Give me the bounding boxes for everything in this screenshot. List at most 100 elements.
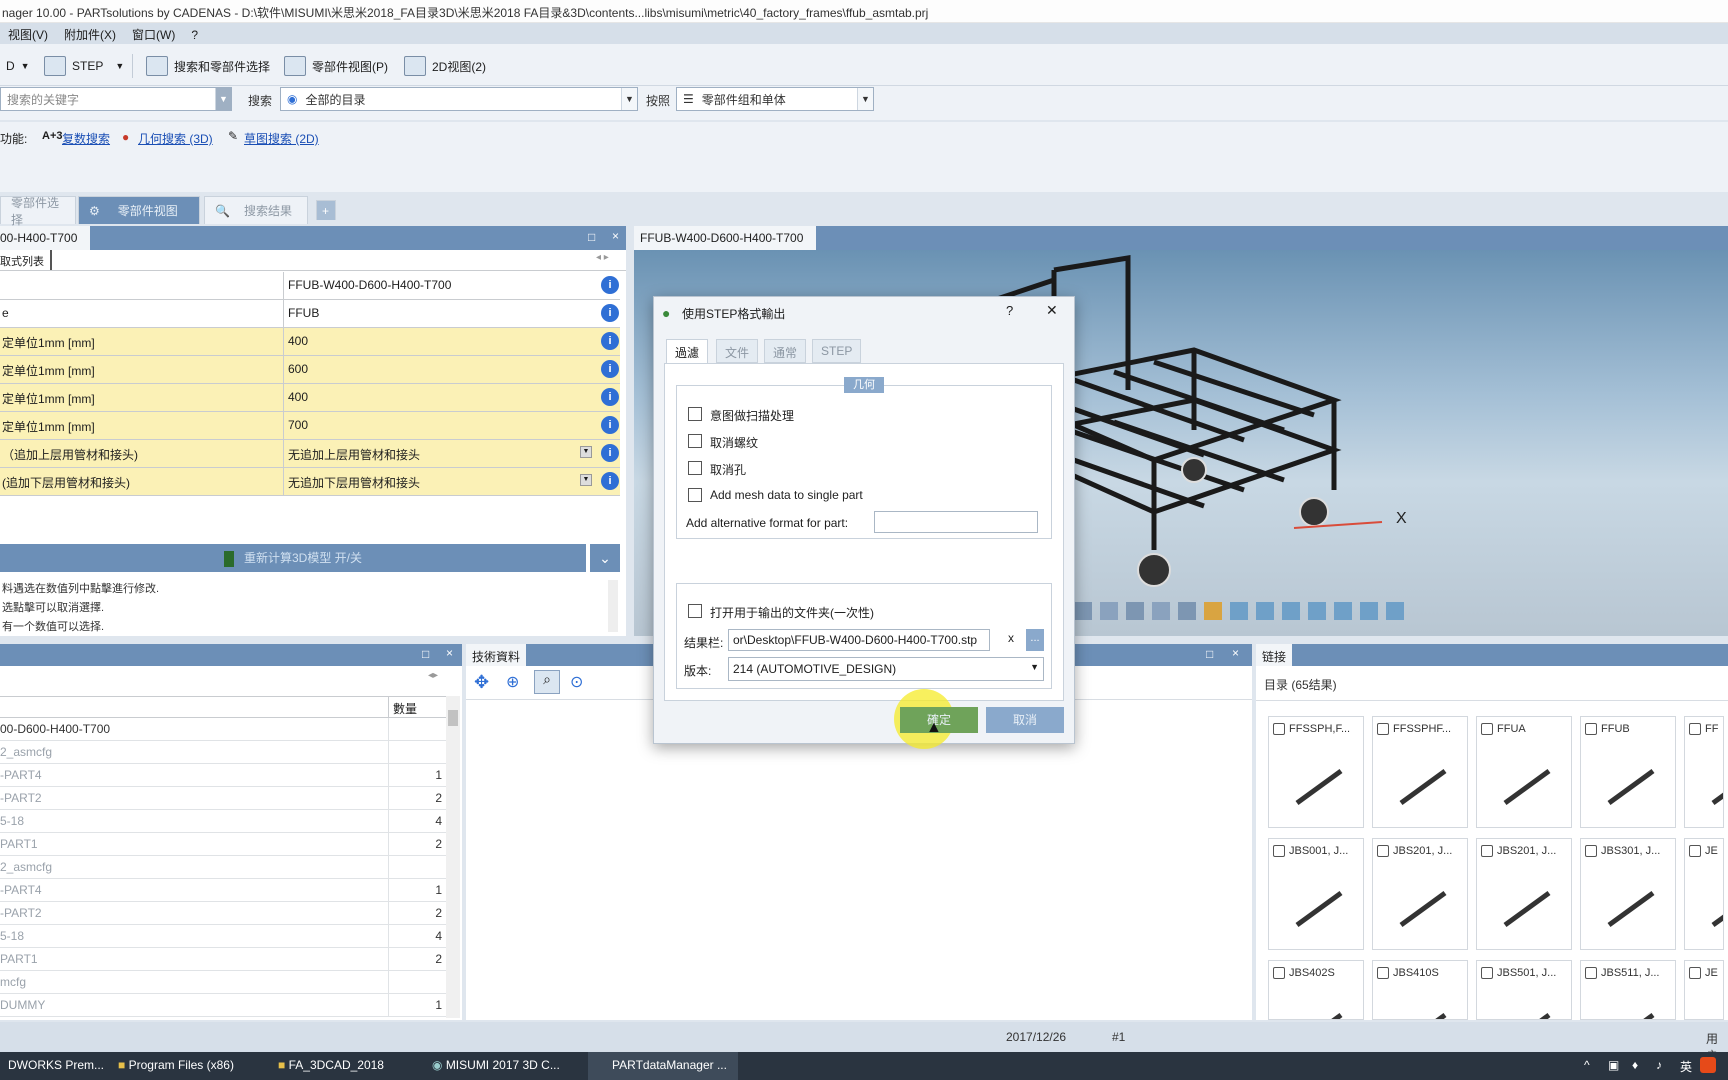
chevron-down-icon[interactable]: ▼ [1030,662,1039,672]
info-icon[interactable]: i [601,444,619,462]
view-icon[interactable] [1230,602,1248,620]
scope-select[interactable]: ☰ 零部件组和单体 ▼ [676,87,874,111]
scrollbar[interactable] [608,580,618,632]
close-icon[interactable]: × [446,646,453,660]
maximize-icon[interactable]: □ [1206,647,1213,661]
view-icon[interactable] [1100,602,1118,620]
tab-step[interactable]: STEP [812,339,862,363]
menu-addons[interactable]: 附加件(X) [56,23,124,46]
zoom-fit-icon[interactable]: ⊕ [506,672,519,692]
info-icon[interactable]: i [601,304,619,322]
add-tab-button[interactable]: + [316,200,336,220]
view-icon[interactable] [1074,602,1092,620]
double-chevron-down-icon[interactable]: ⌄ [590,544,620,572]
table-row[interactable]: PART1 2 [0,833,446,856]
view-icon[interactable] [1282,602,1300,620]
help-button[interactable]: ? [1006,303,1013,318]
menu-view[interactable]: 视图(V) [0,23,56,46]
property-value[interactable]: 无追加下层用管材和接头 [288,468,594,495]
pan-icon[interactable]: ✥ [474,672,489,693]
info-icon[interactable]: i [601,388,619,406]
info-icon[interactable]: i [601,276,619,294]
format-dropdown[interactable]: D ▼ [0,53,36,79]
tab-filter[interactable]: 過濾 [666,339,709,363]
property-row[interactable]: FFUB-W400-D600-H400-T700 i [0,272,620,300]
result-card[interactable]: JBS201, J... [1476,838,1572,950]
chevron-down-icon[interactable]: ▼ [857,88,873,110]
table-row[interactable]: 2_asmcfg [0,856,446,879]
table-row[interactable]: PART1 2 [0,948,446,971]
close-icon[interactable]: × [612,229,619,243]
result-card[interactable]: FFSSPHF... [1372,716,1468,828]
scrollbar[interactable] [446,696,460,1018]
checkbox-sweep[interactable] [688,407,702,421]
property-row[interactable]: （追加上层用管材和接头) 无追加上层用管材和接头 ▼ i [0,440,620,468]
table-row[interactable]: mcfg [0,971,446,994]
result-card[interactable]: FFUA [1476,716,1572,828]
tab-file[interactable]: 文件 [716,339,759,363]
sketch-search-link[interactable]: 草图搜索 (2D) [244,130,319,147]
view-icon[interactable] [1152,602,1170,620]
result-card[interactable]: FFUB [1580,716,1676,828]
tab-part-select[interactable]: 零部件选择 [0,196,76,227]
chevron-down-icon[interactable]: ▼ [215,88,231,110]
info-icon[interactable]: i [601,472,619,490]
maximize-icon[interactable]: □ [422,647,429,661]
tab-general[interactable]: 通常 [764,339,807,363]
property-value[interactable]: FFUB [288,300,594,327]
dropdown-arrow-icon[interactable]: ▼ [580,474,592,486]
property-value[interactable]: FFUB-W400-D600-H400-T700 [288,272,594,299]
clear-path-button[interactable]: x [1008,631,1014,645]
result-card[interactable]: JBS402S [1268,960,1364,1020]
table-row[interactable]: -PART2 2 [0,902,446,925]
menu-help[interactable]: ? [183,25,206,45]
task-partdatamanager[interactable]: PARTdataManager ... [588,1052,738,1080]
info-icon[interactable]: i [601,416,619,434]
zoom-icon[interactable]: ⊙ [570,672,583,692]
result-card[interactable]: JBS301, J... [1580,838,1676,950]
result-path-input[interactable]: or\Desktop\FFUB-W400-D600-H400-T700.stp [728,629,990,651]
checkbox-remove-holes[interactable] [688,461,702,475]
table-row[interactable]: DUMMY 1 [0,994,446,1017]
tab-search-results[interactable]: 🔍 搜索结果 [204,196,308,224]
view-icon[interactable] [1360,602,1378,620]
view-icon[interactable] [1334,602,1352,620]
result-card[interactable]: JE [1684,960,1724,1020]
cancel-button[interactable]: 取消 [986,707,1064,733]
scrollbar-thumb[interactable] [448,710,458,726]
part-view-button[interactable]: 零部件视图(P) [278,53,394,79]
table-row[interactable]: 00-D600-H400-T700 [0,718,446,741]
alt-format-input[interactable] [874,511,1038,533]
view-icon[interactable] [1308,602,1326,620]
property-value[interactable]: 无追加上层用管材和接头 [288,440,594,467]
property-value[interactable]: 700 [288,412,594,439]
result-card[interactable]: JBS201, J... [1372,838,1468,950]
view-icon[interactable] [1204,602,1222,620]
ime-indicator[interactable]: 英 [1680,1058,1692,1075]
property-value[interactable]: 600 [288,356,594,383]
table-row[interactable]: -PART4 1 [0,764,446,787]
checkbox-open-folder[interactable] [688,604,702,618]
scroll-arrows-icon[interactable]: ◂▸ [428,670,438,681]
result-card[interactable]: FF [1684,716,1724,828]
table-row[interactable]: -PART2 2 [0,787,446,810]
property-value[interactable]: 400 [288,328,594,355]
view-2d-button[interactable]: 2D视图(2) [398,53,492,79]
zoom-window-icon[interactable]: ⌕ [534,670,560,694]
tab-table-list[interactable]: 取式列表 [0,250,52,270]
task-misumi[interactable]: ◉ MISUMI 2017 3D C... [424,1052,568,1080]
search-select-button[interactable]: 搜索和零部件选择 [140,53,276,79]
dialog-close-button[interactable]: ✕ [1046,302,1058,319]
property-value[interactable]: 400 [288,384,594,411]
browse-button[interactable]: ... [1026,629,1044,651]
result-card[interactable]: JBS501, J... [1476,960,1572,1020]
result-card[interactable]: JBS511, J... [1580,960,1676,1020]
tray-up-icon[interactable]: ^ [1584,1058,1590,1072]
task-solidworks[interactable]: DWORKS Prem... [0,1052,112,1080]
step-button[interactable]: STEP ▼ [38,53,130,79]
checkbox-mesh-data[interactable] [688,488,702,502]
result-card[interactable]: JE [1684,838,1724,950]
chevron-down-icon[interactable]: ▼ [621,88,637,110]
task-fa3dcad[interactable]: ■ FA_3DCAD_2018 [270,1052,392,1080]
maximize-icon[interactable]: □ [588,230,595,244]
